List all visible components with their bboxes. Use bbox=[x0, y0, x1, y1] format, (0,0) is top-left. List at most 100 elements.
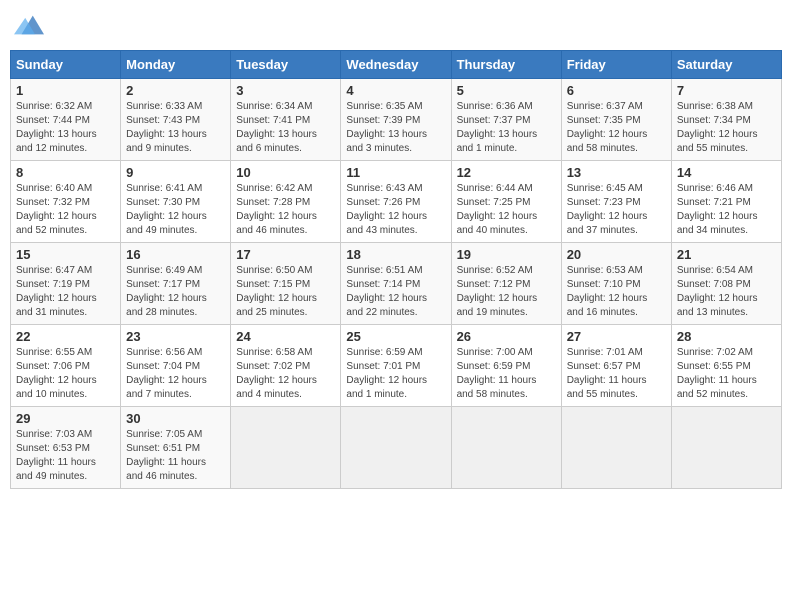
day-number: 5 bbox=[457, 83, 556, 98]
day-number: 20 bbox=[567, 247, 666, 262]
day-number: 21 bbox=[677, 247, 776, 262]
day-cell bbox=[561, 407, 671, 489]
day-number: 15 bbox=[16, 247, 115, 262]
week-row-1: 1 Sunrise: 6:32 AM Sunset: 7:44 PM Dayli… bbox=[11, 79, 782, 161]
day-detail: Sunrise: 6:41 AM Sunset: 7:30 PM Dayligh… bbox=[126, 182, 225, 238]
day-cell bbox=[671, 407, 781, 489]
day-number: 13 bbox=[567, 165, 666, 180]
day-detail: Sunrise: 6:42 AM Sunset: 7:28 PM Dayligh… bbox=[236, 182, 335, 238]
day-cell: 17 Sunrise: 6:50 AM Sunset: 7:15 PM Dayl… bbox=[231, 243, 341, 325]
day-number: 24 bbox=[236, 329, 335, 344]
week-row-2: 8 Sunrise: 6:40 AM Sunset: 7:32 PM Dayli… bbox=[11, 161, 782, 243]
day-number: 10 bbox=[236, 165, 335, 180]
day-number: 2 bbox=[126, 83, 225, 98]
week-row-5: 29 Sunrise: 7:03 AM Sunset: 6:53 PM Dayl… bbox=[11, 407, 782, 489]
day-detail: Sunrise: 6:58 AM Sunset: 7:02 PM Dayligh… bbox=[236, 346, 335, 402]
day-number: 28 bbox=[677, 329, 776, 344]
day-cell: 22 Sunrise: 6:55 AM Sunset: 7:06 PM Dayl… bbox=[11, 325, 121, 407]
day-number: 23 bbox=[126, 329, 225, 344]
day-number: 19 bbox=[457, 247, 556, 262]
day-cell: 6 Sunrise: 6:37 AM Sunset: 7:35 PM Dayli… bbox=[561, 79, 671, 161]
day-cell: 2 Sunrise: 6:33 AM Sunset: 7:43 PM Dayli… bbox=[121, 79, 231, 161]
day-number: 11 bbox=[346, 165, 445, 180]
day-detail: Sunrise: 6:45 AM Sunset: 7:23 PM Dayligh… bbox=[567, 182, 666, 238]
day-detail: Sunrise: 6:50 AM Sunset: 7:15 PM Dayligh… bbox=[236, 264, 335, 320]
day-detail: Sunrise: 6:33 AM Sunset: 7:43 PM Dayligh… bbox=[126, 100, 225, 156]
day-number: 6 bbox=[567, 83, 666, 98]
day-cell: 5 Sunrise: 6:36 AM Sunset: 7:37 PM Dayli… bbox=[451, 79, 561, 161]
day-number: 8 bbox=[16, 165, 115, 180]
day-cell: 19 Sunrise: 6:52 AM Sunset: 7:12 PM Dayl… bbox=[451, 243, 561, 325]
header-cell-saturday: Saturday bbox=[671, 51, 781, 79]
day-cell bbox=[341, 407, 451, 489]
day-cell: 12 Sunrise: 6:44 AM Sunset: 7:25 PM Dayl… bbox=[451, 161, 561, 243]
day-detail: Sunrise: 6:40 AM Sunset: 7:32 PM Dayligh… bbox=[16, 182, 115, 238]
day-cell: 11 Sunrise: 6:43 AM Sunset: 7:26 PM Dayl… bbox=[341, 161, 451, 243]
day-detail: Sunrise: 6:49 AM Sunset: 7:17 PM Dayligh… bbox=[126, 264, 225, 320]
day-number: 26 bbox=[457, 329, 556, 344]
calendar-table: SundayMondayTuesdayWednesdayThursdayFrid… bbox=[10, 50, 782, 489]
day-detail: Sunrise: 6:43 AM Sunset: 7:26 PM Dayligh… bbox=[346, 182, 445, 238]
day-detail: Sunrise: 6:55 AM Sunset: 7:06 PM Dayligh… bbox=[16, 346, 115, 402]
page-header bbox=[10, 10, 782, 40]
day-number: 18 bbox=[346, 247, 445, 262]
day-cell: 26 Sunrise: 7:00 AM Sunset: 6:59 PM Dayl… bbox=[451, 325, 561, 407]
header-cell-monday: Monday bbox=[121, 51, 231, 79]
day-detail: Sunrise: 6:46 AM Sunset: 7:21 PM Dayligh… bbox=[677, 182, 776, 238]
day-detail: Sunrise: 6:51 AM Sunset: 7:14 PM Dayligh… bbox=[346, 264, 445, 320]
header-cell-tuesday: Tuesday bbox=[231, 51, 341, 79]
day-cell: 1 Sunrise: 6:32 AM Sunset: 7:44 PM Dayli… bbox=[11, 79, 121, 161]
day-cell: 13 Sunrise: 6:45 AM Sunset: 7:23 PM Dayl… bbox=[561, 161, 671, 243]
day-number: 3 bbox=[236, 83, 335, 98]
day-detail: Sunrise: 6:38 AM Sunset: 7:34 PM Dayligh… bbox=[677, 100, 776, 156]
day-detail: Sunrise: 7:00 AM Sunset: 6:59 PM Dayligh… bbox=[457, 346, 556, 402]
day-cell: 3 Sunrise: 6:34 AM Sunset: 7:41 PM Dayli… bbox=[231, 79, 341, 161]
day-cell: 9 Sunrise: 6:41 AM Sunset: 7:30 PM Dayli… bbox=[121, 161, 231, 243]
day-detail: Sunrise: 6:35 AM Sunset: 7:39 PM Dayligh… bbox=[346, 100, 445, 156]
header-cell-sunday: Sunday bbox=[11, 51, 121, 79]
day-detail: Sunrise: 6:36 AM Sunset: 7:37 PM Dayligh… bbox=[457, 100, 556, 156]
day-detail: Sunrise: 7:02 AM Sunset: 6:55 PM Dayligh… bbox=[677, 346, 776, 402]
day-number: 7 bbox=[677, 83, 776, 98]
day-cell: 10 Sunrise: 6:42 AM Sunset: 7:28 PM Dayl… bbox=[231, 161, 341, 243]
header-cell-thursday: Thursday bbox=[451, 51, 561, 79]
day-cell: 7 Sunrise: 6:38 AM Sunset: 7:34 PM Dayli… bbox=[671, 79, 781, 161]
day-cell: 25 Sunrise: 6:59 AM Sunset: 7:01 PM Dayl… bbox=[341, 325, 451, 407]
day-detail: Sunrise: 6:47 AM Sunset: 7:19 PM Dayligh… bbox=[16, 264, 115, 320]
week-row-3: 15 Sunrise: 6:47 AM Sunset: 7:19 PM Dayl… bbox=[11, 243, 782, 325]
day-number: 12 bbox=[457, 165, 556, 180]
day-detail: Sunrise: 6:34 AM Sunset: 7:41 PM Dayligh… bbox=[236, 100, 335, 156]
day-number: 14 bbox=[677, 165, 776, 180]
day-cell: 27 Sunrise: 7:01 AM Sunset: 6:57 PM Dayl… bbox=[561, 325, 671, 407]
day-number: 27 bbox=[567, 329, 666, 344]
day-cell: 23 Sunrise: 6:56 AM Sunset: 7:04 PM Dayl… bbox=[121, 325, 231, 407]
day-cell bbox=[451, 407, 561, 489]
day-cell: 29 Sunrise: 7:03 AM Sunset: 6:53 PM Dayl… bbox=[11, 407, 121, 489]
day-number: 17 bbox=[236, 247, 335, 262]
day-number: 16 bbox=[126, 247, 225, 262]
day-number: 25 bbox=[346, 329, 445, 344]
day-cell: 24 Sunrise: 6:58 AM Sunset: 7:02 PM Dayl… bbox=[231, 325, 341, 407]
day-number: 1 bbox=[16, 83, 115, 98]
day-detail: Sunrise: 6:54 AM Sunset: 7:08 PM Dayligh… bbox=[677, 264, 776, 320]
day-detail: Sunrise: 7:03 AM Sunset: 6:53 PM Dayligh… bbox=[16, 428, 115, 484]
week-row-4: 22 Sunrise: 6:55 AM Sunset: 7:06 PM Dayl… bbox=[11, 325, 782, 407]
day-detail: Sunrise: 6:59 AM Sunset: 7:01 PM Dayligh… bbox=[346, 346, 445, 402]
day-cell: 4 Sunrise: 6:35 AM Sunset: 7:39 PM Dayli… bbox=[341, 79, 451, 161]
day-cell: 15 Sunrise: 6:47 AM Sunset: 7:19 PM Dayl… bbox=[11, 243, 121, 325]
logo bbox=[10, 10, 44, 40]
day-number: 9 bbox=[126, 165, 225, 180]
day-detail: Sunrise: 6:37 AM Sunset: 7:35 PM Dayligh… bbox=[567, 100, 666, 156]
day-detail: Sunrise: 6:44 AM Sunset: 7:25 PM Dayligh… bbox=[457, 182, 556, 238]
day-detail: Sunrise: 7:05 AM Sunset: 6:51 PM Dayligh… bbox=[126, 428, 225, 484]
day-cell: 28 Sunrise: 7:02 AM Sunset: 6:55 PM Dayl… bbox=[671, 325, 781, 407]
day-cell: 18 Sunrise: 6:51 AM Sunset: 7:14 PM Dayl… bbox=[341, 243, 451, 325]
day-cell: 30 Sunrise: 7:05 AM Sunset: 6:51 PM Dayl… bbox=[121, 407, 231, 489]
day-detail: Sunrise: 7:01 AM Sunset: 6:57 PM Dayligh… bbox=[567, 346, 666, 402]
header-cell-friday: Friday bbox=[561, 51, 671, 79]
day-number: 29 bbox=[16, 411, 115, 426]
day-cell: 14 Sunrise: 6:46 AM Sunset: 7:21 PM Dayl… bbox=[671, 161, 781, 243]
day-detail: Sunrise: 6:53 AM Sunset: 7:10 PM Dayligh… bbox=[567, 264, 666, 320]
header-row: SundayMondayTuesdayWednesdayThursdayFrid… bbox=[11, 51, 782, 79]
day-cell: 16 Sunrise: 6:49 AM Sunset: 7:17 PM Dayl… bbox=[121, 243, 231, 325]
